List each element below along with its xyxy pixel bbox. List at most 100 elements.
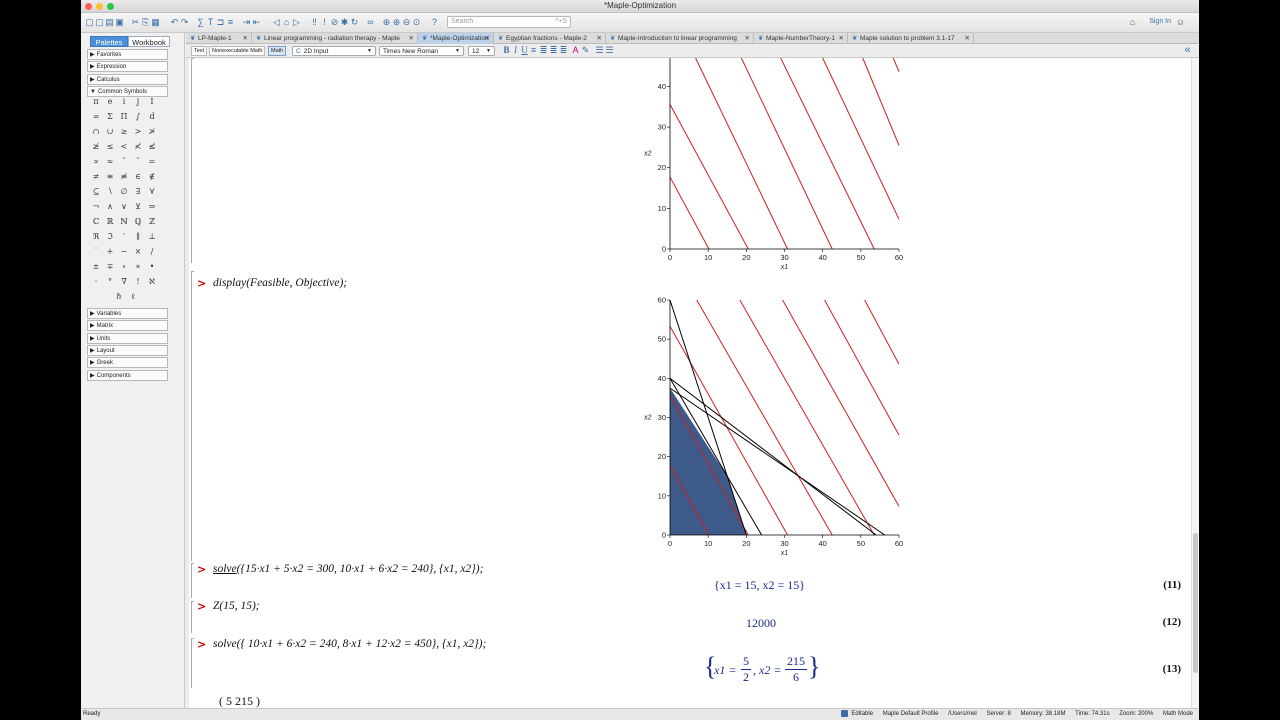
symbol-button[interactable]: ∗ [131, 260, 145, 274]
close-tab-icon[interactable]: ✕ [965, 33, 970, 44]
highlight-icon[interactable]: ✎ [580, 44, 591, 56]
symbol-button[interactable]: ≠ [89, 170, 103, 184]
sign-in-link[interactable]: Sign In [1149, 18, 1171, 25]
link-icon[interactable]: ∞ [365, 16, 376, 28]
symbol-button[interactable]: ¬ [89, 200, 103, 214]
symbol-button[interactable]: ° [103, 275, 117, 289]
doc-tab[interactable]: ❦ Maple solution to problem 3.1-17 ✕ [848, 33, 974, 44]
symbol-button[interactable]: ≮ [131, 140, 145, 154]
symbol-button[interactable]: j [131, 95, 145, 109]
symbol-button[interactable]: ≤ [103, 140, 117, 154]
palette-components[interactable]: ▶ Components [87, 369, 168, 381]
worksheet[interactable]: 0 10 20 30 40 50 60 0 10 20 30 40 x1 x2 > display(Fea… [189, 58, 1191, 708]
symbol-button[interactable]: ∞ [89, 110, 103, 124]
solve-command-2[interactable]: solve({ 10·x1 + 6·x2 = 240, 8·x1 + 12·x2… [213, 638, 486, 650]
nonexecutable-math-button[interactable]: Nonexecutable Math [209, 46, 266, 56]
paste-icon[interactable]: ▦ [150, 16, 161, 28]
symbol-button[interactable]: • [145, 260, 159, 274]
symbol-button[interactable]: ∈ [131, 170, 145, 184]
symbol-button[interactable]: ℵ [145, 275, 159, 289]
symbol-button[interactable]: = [145, 155, 159, 169]
symbol-button[interactable]: ≢ [117, 170, 131, 184]
doc-tab[interactable]: ❦ LP-Maple-1 ✕ [186, 33, 252, 44]
symbol-button[interactable]: ˜ [131, 155, 145, 169]
save-icon[interactable]: ▣ [114, 16, 125, 28]
symbol-button[interactable]: ∧ [103, 200, 117, 214]
font-select[interactable]: Times New Roman ▼ [379, 46, 464, 56]
palette-favorites[interactable]: ▶ Favorites [87, 49, 168, 60]
text-mode-button[interactable]: Text [191, 46, 208, 56]
redo-icon[interactable]: ↷ [179, 16, 190, 28]
align-right-icon[interactable]: ≣ [558, 44, 569, 56]
symbol-button[interactable]: ℚ [131, 215, 145, 229]
symbol-button[interactable]: ≱ [89, 140, 103, 154]
doc-tab[interactable]: ❦ Maple-NumberTheory-1 ✕ [754, 33, 848, 44]
palette-greek[interactable]: ▶ Greek [87, 357, 168, 369]
list-icon[interactable]: ≡ [225, 16, 236, 28]
symbol-button[interactable]: ˜ [117, 155, 131, 169]
symbol-button[interactable]: ∀ [145, 185, 159, 199]
symbol-button[interactable]: π [89, 95, 103, 109]
symbol-button[interactable]: ∝ [89, 155, 103, 169]
symbol-button[interactable]: ℤ [145, 215, 159, 229]
palette-units[interactable]: ▶ Units [87, 332, 168, 344]
tab-palettes[interactable]: Palettes [90, 36, 128, 47]
symbol-button[interactable]: Π [117, 110, 131, 124]
editable-checkbox[interactable] [841, 709, 849, 717]
symbol-button[interactable]: ∨ [117, 200, 131, 214]
symbol-button[interactable]: ℜ [89, 230, 103, 244]
doc-tab[interactable]: ❦ Maple-Introduction to linear programmin… [606, 33, 754, 44]
feasible-region-plot[interactable]: 0 10 20 30 40 50 60 0 10 20 30 40 50 60 x1 x2 [632, 294, 932, 559]
palette-calculus[interactable]: ▶ Calculus [87, 73, 168, 85]
restart-icon[interactable]: ↻ [349, 16, 360, 28]
numbered-list-icon[interactable]: ☰ [604, 44, 615, 56]
symbol-button[interactable]: × [131, 245, 145, 259]
symbol-button[interactable]: ′ [117, 230, 131, 244]
close-tab-icon[interactable]: ✕ [243, 33, 248, 44]
font-size-select[interactable]: 12 ▼ [468, 46, 495, 56]
close-tab-icon[interactable]: ✕ [597, 33, 602, 44]
user-icon[interactable]: ☺ [1175, 16, 1186, 28]
symbol-button[interactable]: ∩ [89, 125, 103, 139]
close-tab-icon[interactable]: ✕ [745, 33, 750, 44]
symbol-button[interactable]: I [145, 95, 159, 109]
symbol-button[interactable]: ∪ [103, 125, 117, 139]
close-tab-icon[interactable]: ✕ [839, 33, 844, 44]
solve-command-1[interactable]: solve({15·x1 + 5·x2 = 300, 10·x1 + 6·x2 … [213, 563, 483, 575]
palette-variables[interactable]: ▶ Variables [87, 308, 168, 319]
search-input[interactable]: Search ^+S [447, 16, 571, 28]
symbol-button[interactable]: ∓ [103, 260, 117, 274]
symbol-button[interactable]: ∅ [117, 185, 131, 199]
z-command[interactable]: Z(15, 15); [213, 600, 260, 612]
scrollbar-thumb[interactable] [1193, 533, 1198, 673]
symbol-button[interactable]: ℕ [117, 215, 131, 229]
zoom-fit-icon[interactable]: ⊙ [411, 16, 422, 28]
symbol-button[interactable]: ! [131, 275, 145, 289]
close-tab-icon[interactable]: ✕ [485, 33, 490, 44]
symbol-button[interactable]: ≡ [103, 170, 117, 184]
symbol-button[interactable]: ⇒ [145, 200, 159, 214]
palette-matrix[interactable]: ▶ Matrix [87, 320, 168, 332]
palette-expression[interactable]: ▶ Expression [87, 61, 168, 73]
symbol-button[interactable]: ∥ [131, 230, 145, 244]
symbol-button[interactable]: ≈ [103, 155, 117, 169]
help-icon[interactable]: ? [429, 16, 440, 28]
symbol-button[interactable]: ℝ [103, 215, 117, 229]
symbol-button[interactable]: ± [89, 260, 103, 274]
symbol-button[interactable]: ∘ [117, 260, 131, 274]
symbol-button[interactable]: < [117, 140, 131, 154]
doc-tab[interactable]: ❦ *Maple-Optimization ✕ [418, 33, 494, 44]
objective-lines-plot[interactable]: 0 10 20 30 40 50 60 0 10 20 30 40 x1 x2 [632, 58, 932, 273]
math-mode-button[interactable]: Math [268, 46, 287, 56]
symbol-button[interactable]: ℂ [89, 215, 103, 229]
symbol-button[interactable]: ∃ [131, 185, 145, 199]
symbol-button[interactable]: ∉ [145, 170, 159, 184]
doc-tab[interactable]: ❦ Egyptian fractions - Maple-2 ✕ [494, 33, 606, 44]
symbol-button[interactable]: + [103, 245, 117, 259]
symbol-button[interactable]: ⊆ [89, 185, 103, 199]
symbol-button[interactable]: Σ [103, 110, 117, 124]
input-mode-select[interactable]: C 2D Input ▼ [292, 46, 376, 56]
symbol-button[interactable]: ℑ [103, 230, 117, 244]
symbol-button[interactable]: / [145, 245, 159, 259]
symbol-button[interactable]: > [131, 125, 145, 139]
